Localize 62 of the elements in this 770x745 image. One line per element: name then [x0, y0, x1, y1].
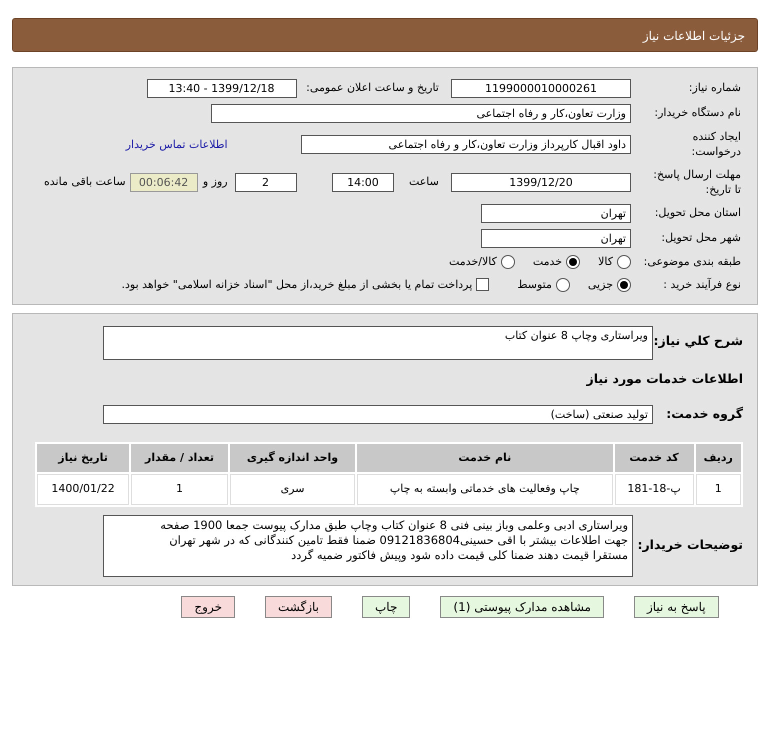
option-label: کالا/خدمت — [449, 254, 497, 270]
action-button[interactable]: مشاهده مدارک پیوستی (1) — [440, 596, 604, 618]
action-button[interactable]: چاپ — [362, 596, 410, 618]
notes-text: مستقرا قیمت دهند ضمنا کلی قیمت داده شود وپیش فاکتور ضمیه گردد — [290, 548, 628, 563]
action-button[interactable]: خروج — [181, 596, 235, 618]
radio-button[interactable] — [556, 278, 570, 292]
column-header: واحد اندازه گیری — [230, 444, 356, 472]
field-label: طبقه بندی موضوعی: — [644, 255, 741, 268]
option-label: خدمت — [532, 254, 562, 270]
input-field: 1399/12/18 - 13:40 — [146, 79, 297, 98]
input-field: تولید صنعتی (ساخت) — [103, 404, 653, 424]
input-field: 1199000010000261 — [451, 79, 631, 98]
option-label: متوسط — [517, 276, 552, 293]
input-field: تهران — [481, 204, 631, 223]
field-label: استان محل تحویل: — [654, 206, 741, 220]
radio-button[interactable] — [617, 278, 631, 292]
radio-button[interactable] — [566, 255, 580, 270]
field-label: مهلت ارسال پاسخ: تا تاریخ: — [652, 166, 741, 196]
field-label: نام دستگاه خریدار: — [654, 106, 741, 120]
field-label: ایجاد کننده درخواست: — [690, 129, 741, 159]
option-label: کالا — [598, 254, 613, 270]
field-label: ساعت — [408, 175, 439, 188]
notes-text: ویراستاری ادبی وعلمی وباز بینی فنی 8 عنوان کتاب وچاپ طبق مدارک پیوست جمعا 1900 صفحه — [159, 518, 628, 533]
input-field: وزارت تعاون،کار و رفاه اجتماعی — [211, 104, 631, 123]
field-label: نوع فرآیند خرید : — [663, 278, 741, 290]
table-cell: سری — [230, 474, 356, 505]
input-field: داود اقبال کارپرداز وزارت تعاون،کار و رفاه اجتماعی — [301, 135, 631, 154]
field-label: روز و — [202, 175, 228, 188]
notes-text: جهت اطلاعات بیشتر با اقی حسینی09121836804 ضمنا فقط تامین کنندگانی که در شهر تهران — [168, 532, 628, 548]
checkbox-label: پرداخت تمام یا بخشی از مبلغ خرید،از محل "اسناد خزانه اسلامی" خواهد بود. — [122, 276, 472, 293]
field-label: ساعت باقی مانده — [44, 174, 126, 190]
section-heading: اطلاعات خدمات مورد نیاز — [585, 370, 743, 388]
field-label: تاریخ و ساعت اعلان عمومی: — [306, 81, 439, 94]
field-label: توضیحات خریدار: — [636, 536, 743, 554]
table-cell: پ-18-181 — [614, 474, 694, 505]
action-button[interactable]: بازگشت — [265, 596, 332, 618]
field-label: گروه خدمت: — [665, 404, 743, 423]
timer-field: 00:06:42 — [130, 172, 198, 192]
input-field: 1399/12/20 — [451, 172, 631, 192]
table-cell: 1 — [696, 474, 741, 505]
contact-link[interactable]: اطلاعات تماس خریدار — [126, 138, 228, 150]
table-cell: 1400/01/22 — [37, 474, 130, 505]
field-label: شهر محل تحویل: — [661, 231, 741, 244]
column-header: کد خدمت — [614, 444, 694, 472]
page-header: جزئیات اطلاعات نیاز — [12, 18, 758, 52]
table-cell: 1 — [131, 474, 228, 505]
column-header: تعداد / مقدار — [131, 444, 228, 472]
column-header: تاریخ نیاز — [37, 444, 130, 472]
field-label: شرح کلي نياز: — [653, 332, 743, 350]
input-field: تهران — [481, 229, 631, 248]
input-field: 2 — [234, 172, 297, 192]
option-label: جزیی — [588, 276, 613, 293]
column-header: ردیف — [696, 444, 741, 472]
radio-button[interactable] — [500, 255, 515, 270]
field-label: شماره نیاز: — [688, 81, 741, 94]
column-header: نام خدمت — [357, 444, 612, 472]
table-cell: چاپ وفعالیت های خدماتی وابسته به چاپ — [357, 474, 612, 505]
input-field: 14:00 — [332, 172, 394, 192]
checkbox[interactable] — [476, 278, 490, 292]
input-field: ویراستاری وچاپ 8 عنوان کتاب — [103, 326, 653, 360]
action-button[interactable]: پاسخ به نیاز — [634, 596, 719, 618]
radio-button[interactable] — [617, 255, 631, 270]
